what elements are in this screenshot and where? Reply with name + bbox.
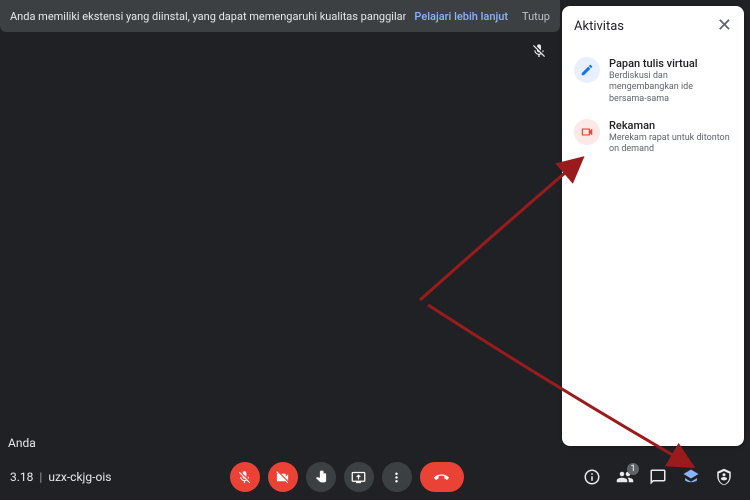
banner-message: Anda memiliki ekstensi yang diinstal, ya… — [10, 10, 406, 23]
extension-warning-banner: Anda memiliki ekstensi yang diinstal, ya… — [0, 0, 560, 32]
recording-icon — [574, 119, 600, 145]
whiteboard-icon — [574, 57, 600, 83]
activity-title: Rekaman — [609, 119, 732, 132]
present-button[interactable] — [344, 462, 374, 492]
activity-recording[interactable]: Rekaman Merekam rapat untuk ditonton on … — [572, 112, 734, 163]
participants-count-badge: 1 — [627, 463, 639, 475]
activity-desc: Merekam rapat untuk ditonton on demand — [609, 133, 732, 156]
participant-muted-icon — [528, 40, 550, 62]
activity-whiteboard[interactable]: Papan tulis virtual Berdiskusi dan menge… — [572, 50, 734, 112]
separator: | — [39, 470, 42, 484]
host-controls-icon[interactable] — [714, 467, 734, 487]
learn-more-link[interactable]: Pelajari lebih lanjut — [414, 10, 508, 23]
more-options-button[interactable] — [382, 462, 412, 492]
info-icon[interactable] — [582, 467, 602, 487]
right-controls: 1 — [582, 467, 740, 487]
call-controls — [119, 462, 574, 492]
close-icon[interactable]: ✕ — [717, 17, 732, 35]
people-icon[interactable]: 1 — [615, 467, 635, 487]
activity-desc: Berdiskusi dan mengembangkan ide bersama… — [609, 71, 732, 105]
panel-title: Aktivitas — [574, 19, 624, 34]
activities-panel: Aktivitas ✕ Papan tulis virtual Berdisku… — [562, 6, 744, 446]
bottom-bar: 3.18 | uzx-ckjg-ois 1 — [0, 454, 750, 500]
activity-text: Papan tulis virtual Berdiskusi dan menge… — [609, 57, 732, 105]
activities-icon[interactable] — [681, 467, 701, 487]
panel-header: Aktivitas ✕ — [562, 6, 744, 46]
clock-time: 3.18 — [10, 470, 33, 484]
activity-title: Papan tulis virtual — [609, 57, 732, 70]
hangup-button[interactable] — [420, 462, 464, 492]
banner-close-button[interactable]: Tutup — [522, 10, 550, 23]
activities-list: Papan tulis virtual Berdiskusi dan menge… — [562, 46, 744, 166]
video-area — [0, 32, 560, 452]
raise-hand-button[interactable] — [306, 462, 336, 492]
meeting-info: 3.18 | uzx-ckjg-ois — [10, 470, 111, 484]
chat-icon[interactable] — [648, 467, 668, 487]
self-video-label: Anda — [8, 436, 36, 450]
camera-button[interactable] — [268, 462, 298, 492]
activity-text: Rekaman Merekam rapat untuk ditonton on … — [609, 119, 732, 156]
meeting-code: uzx-ckjg-ois — [48, 470, 111, 484]
mic-button[interactable] — [230, 462, 260, 492]
